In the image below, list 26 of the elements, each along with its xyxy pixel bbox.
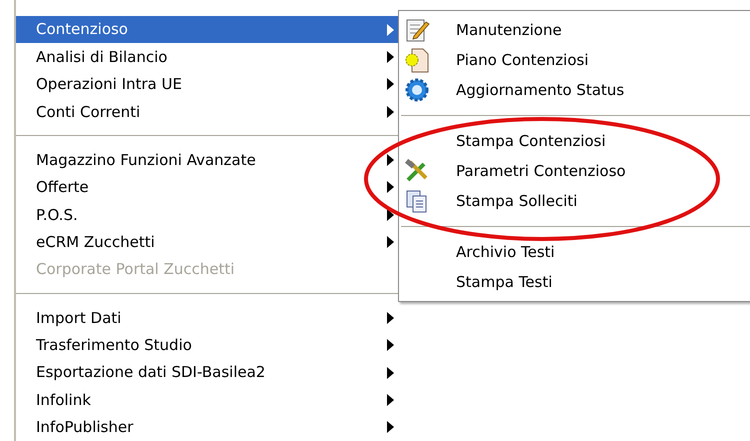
- submenu-arrow-icon: [387, 154, 394, 166]
- submenu-item[interactable]: Stampa Testi: [399, 267, 750, 297]
- submenu-arrow-icon: [387, 181, 394, 194]
- gear-icon: [404, 77, 430, 103]
- hammer-wrench-icon: [404, 158, 430, 184]
- submenu-item[interactable]: Archivio Testi: [399, 237, 750, 267]
- new-document-icon: [404, 47, 430, 73]
- submenu-arrow-icon: [387, 106, 394, 118]
- submenu-arrow-icon: [387, 394, 394, 406]
- submenu-item[interactable]: Aggiornamento Status: [399, 75, 750, 105]
- submenu-item[interactable]: Manutenzione: [399, 15, 750, 45]
- submenu-arrow-icon: [387, 24, 394, 36]
- submenu-arrow-icon: [387, 421, 394, 434]
- notepad-pencil-icon: [404, 17, 430, 43]
- submenu-item[interactable]: Stampa Solleciti: [399, 186, 750, 216]
- menu-item[interactable]: Contenzioso: [16, 16, 398, 44]
- submenu-arrow-icon: [387, 366, 394, 379]
- submenu-arrow-icon: [387, 236, 394, 248]
- submenu-arrow-icon: [387, 51, 394, 64]
- submenu-arrow-icon: [387, 312, 394, 324]
- submenu-arrow-icon: [387, 208, 394, 221]
- submenu-arrow-icon: [387, 78, 394, 90]
- submenu-item[interactable]: Parametri Contenzioso: [399, 156, 750, 186]
- submenu-item[interactable]: Stampa Contenziosi: [399, 126, 750, 156]
- submenu-arrow-icon: [387, 339, 394, 352]
- submenu-item[interactable]: Piano Contenziosi: [399, 45, 750, 75]
